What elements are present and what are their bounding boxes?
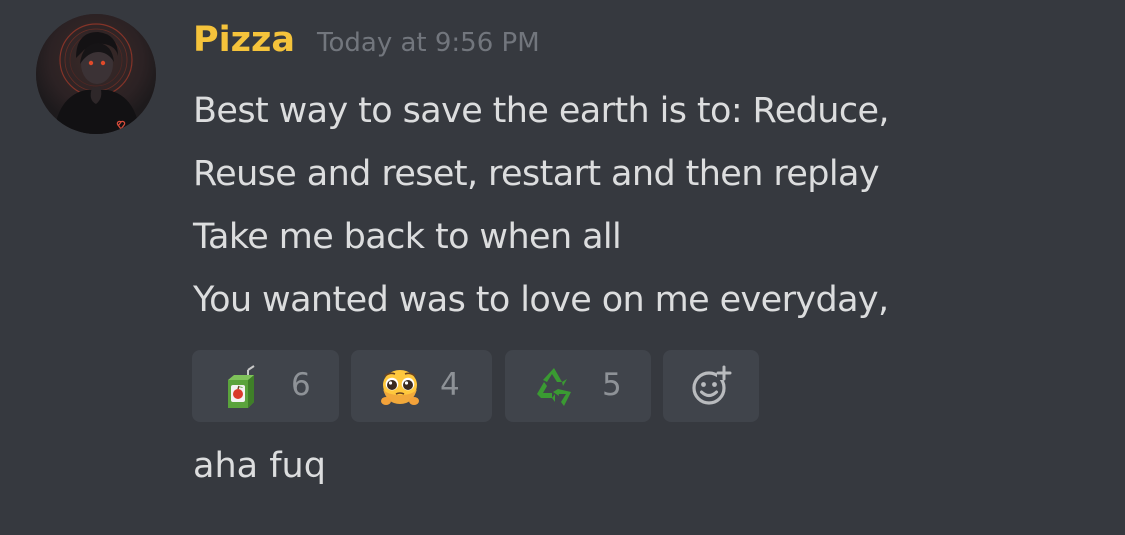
avatar-image [36, 14, 156, 134]
reaction-recycle[interactable]: 5 [505, 350, 651, 422]
reaction-pleading-face[interactable]: 4 [351, 350, 492, 422]
reaction-juice-box[interactable]: 6 [192, 350, 339, 422]
recycle-icon [537, 368, 571, 406]
message-line: Reuse and reset, restart and then replay [193, 154, 880, 194]
reaction-count: 4 [440, 367, 460, 403]
message-line: You wanted was to love on me everyday, [193, 280, 889, 320]
timestamp[interactable]: Today at 9:56 PM [317, 28, 540, 58]
juice-box-icon [228, 365, 255, 408]
username[interactable]: Pizza [193, 20, 295, 60]
add-reaction-button[interactable] [663, 350, 759, 422]
reaction-count: 6 [291, 367, 311, 403]
chat-message: Pizza Today at 9:56 PM Best way to save t… [0, 0, 1125, 535]
message-header: Pizza Today at 9:56 PM [193, 20, 540, 76]
pleading-face-icon [381, 370, 419, 405]
message-line: Take me back to when all [193, 217, 622, 257]
add-reaction-icon [692, 365, 732, 405]
message-followup: aha fuq [193, 446, 326, 486]
message-line: Best way to save the earth is to: Reduce… [193, 91, 890, 131]
avatar[interactable] [36, 14, 156, 134]
reaction-count: 5 [602, 367, 622, 403]
message-content: Best way to save the earth is to: Reduce… [193, 80, 890, 332]
